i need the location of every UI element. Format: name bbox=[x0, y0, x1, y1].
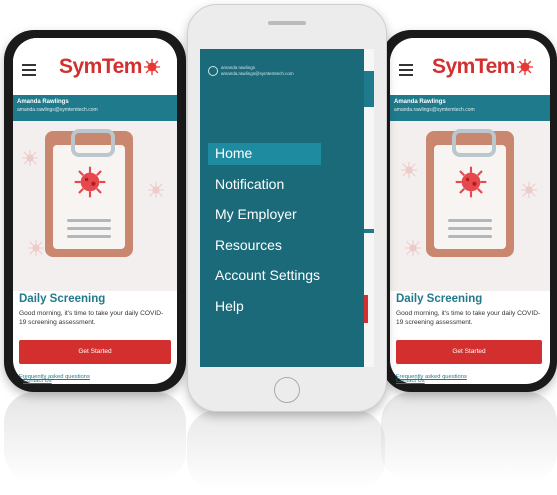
right-phone-reflection bbox=[381, 392, 557, 482]
app-logo: SymTem bbox=[59, 55, 161, 79]
left-phone-reflection bbox=[4, 392, 186, 482]
user-name: Amanda Rawlings bbox=[17, 99, 69, 105]
speaker-grill bbox=[268, 21, 306, 25]
virus-icon bbox=[74, 166, 106, 198]
menu-item-home[interactable]: Home bbox=[215, 145, 252, 161]
user-name: Amanda Rawlings bbox=[394, 99, 446, 105]
clipboard-icon bbox=[45, 129, 133, 257]
center-phone-screen: ily amanda rawlings amanda.rawlings@symt… bbox=[200, 49, 374, 367]
menu-item-notification[interactable]: Notification bbox=[215, 176, 284, 192]
user-avatar-icon bbox=[208, 66, 218, 76]
app-header: SymTem bbox=[390, 38, 550, 94]
menu-item-account-settings[interactable]: Account Settings bbox=[215, 267, 320, 283]
contact-link[interactable]: Contact Us bbox=[23, 378, 52, 384]
virus-decor-icon bbox=[147, 181, 165, 199]
virus-icon bbox=[455, 166, 487, 198]
card-title: Daily Screening bbox=[19, 293, 106, 305]
center-phone: ily amanda rawlings amanda.rawlings@symt… bbox=[187, 4, 387, 412]
left-phone-screen: SymTem Amanda Rawlings amanda.rawlings@s… bbox=[13, 38, 177, 384]
navigation-drawer: amanda rawlings amanda.rawlings@symtemte… bbox=[200, 49, 364, 367]
virus-decor-icon bbox=[520, 181, 538, 199]
virus-decor-icon bbox=[400, 161, 418, 179]
user-email: amanda.rawlings@symtemtech.com bbox=[394, 107, 475, 113]
hamburger-menu-icon[interactable] bbox=[22, 64, 36, 76]
card-body: Good morning, it's time to take your dai… bbox=[396, 310, 541, 326]
virus-decor-icon bbox=[27, 239, 45, 257]
left-phone: SymTem Amanda Rawlings amanda.rawlings@s… bbox=[4, 30, 186, 392]
contact-link[interactable]: Contact Us bbox=[396, 378, 425, 384]
get-started-button[interactable]: Get Started bbox=[19, 340, 171, 364]
hamburger-menu-icon[interactable] bbox=[399, 64, 413, 76]
user-info-bar: Amanda Rawlings amanda.rawlings@symtemte… bbox=[13, 95, 177, 121]
user-email: amanda.rawlings@symtemtech.com bbox=[17, 107, 98, 113]
menu-item-resources[interactable]: Resources bbox=[215, 237, 282, 253]
menu-item-help[interactable]: Help bbox=[215, 298, 244, 314]
menu-item-my-employer[interactable]: My Employer bbox=[215, 206, 297, 222]
screening-illustration bbox=[390, 121, 550, 291]
drawer-user-info: amanda rawlings amanda.rawlings@symtemte… bbox=[208, 65, 294, 77]
user-info-bar: Amanda Rawlings amanda.rawlings@symtemte… bbox=[390, 95, 550, 121]
right-phone: SymTem Amanda Rawlings amanda.rawlings@s… bbox=[381, 30, 557, 392]
app-header: SymTem bbox=[13, 38, 177, 94]
home-button[interactable] bbox=[274, 377, 300, 403]
virus-decor-icon bbox=[404, 239, 422, 257]
card-title: Daily Screening bbox=[396, 293, 483, 305]
screening-illustration bbox=[13, 121, 177, 291]
virus-logo-icon bbox=[516, 59, 534, 76]
card-body: Good morning, it's time to take your dai… bbox=[19, 310, 164, 326]
clipboard-icon bbox=[426, 129, 514, 257]
virus-logo-icon bbox=[143, 59, 161, 76]
center-phone-reflection bbox=[187, 410, 385, 490]
right-phone-screen: SymTem Amanda Rawlings amanda.rawlings@s… bbox=[390, 38, 550, 384]
get-started-button[interactable]: Get Started bbox=[396, 340, 542, 364]
app-logo: SymTem bbox=[432, 55, 534, 79]
virus-decor-icon bbox=[21, 149, 39, 167]
